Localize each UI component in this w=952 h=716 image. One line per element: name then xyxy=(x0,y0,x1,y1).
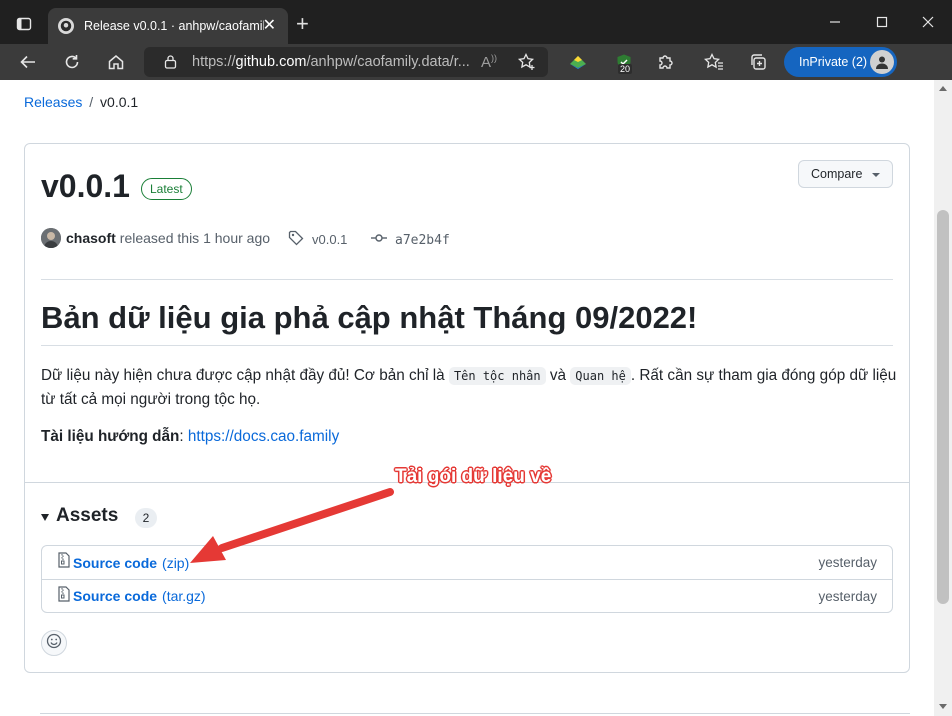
page-content: Releases / v0.0.1 v0.0.1 Latest Compare … xyxy=(0,80,934,716)
asset-ext[interactable]: (tar.gz) xyxy=(162,588,206,604)
add-favorite-icon[interactable] xyxy=(517,52,537,77)
read-aloud-icon[interactable]: A)) xyxy=(481,53,497,71)
breadcrumb-separator: / xyxy=(89,94,94,110)
divider xyxy=(41,345,893,346)
chevron-down-icon xyxy=(872,173,880,177)
release-notes-paragraph: Dữ liệu này hiện chưa được cập nhật đầy … xyxy=(41,367,897,408)
asset-name[interactable]: Source code xyxy=(73,588,157,604)
favorites-icon[interactable] xyxy=(702,50,726,74)
extension-badge-count: 20 xyxy=(618,64,633,74)
docs-link[interactable]: https://docs.cao.family xyxy=(188,428,339,445)
scroll-down-icon[interactable] xyxy=(939,704,947,709)
asset-row-targz[interactable]: Source code (tar.gz) yesterday xyxy=(42,579,892,612)
back-icon[interactable] xyxy=(16,50,40,74)
file-zip-icon xyxy=(58,552,70,573)
browser-titlebar: Release v0.0.1 · anhpw/caofamily ✕ + xyxy=(0,0,952,44)
scroll-up-icon[interactable] xyxy=(939,86,947,91)
divider xyxy=(41,279,893,280)
address-bar[interactable]: https://github.com/anhpw/caofamily.data/… xyxy=(144,47,548,77)
page-scrollbar[interactable] xyxy=(934,80,952,716)
github-icon xyxy=(58,18,74,34)
asset-date: yesterday xyxy=(818,555,877,570)
minimize-icon[interactable] xyxy=(825,12,845,32)
tag-label: v0.0.1 xyxy=(312,232,348,247)
scrollbar-thumb[interactable] xyxy=(937,210,949,604)
triangle-down-icon xyxy=(41,513,49,521)
asset-row-zip[interactable]: Source code (zip) yesterday xyxy=(42,546,892,579)
lock-icon[interactable] xyxy=(164,54,177,74)
assets-heading: Assets xyxy=(56,505,119,526)
annotation-label: Tải gói dữ liệu về xyxy=(395,466,552,487)
latest-badge: Latest xyxy=(141,178,192,200)
commit-sha: a7e2b4f xyxy=(395,232,450,248)
extensions-puzzle-icon[interactable] xyxy=(654,50,678,74)
inprivate-label: InPrivate (2) xyxy=(799,55,868,69)
author-avatar[interactable] xyxy=(41,228,61,248)
asset-ext[interactable]: (zip) xyxy=(162,555,189,571)
release-notes-heading: Bản dữ liệu gia phả cập nhật Tháng 09/20… xyxy=(41,300,698,335)
browser-toolbar: https://github.com/anhpw/caofamily.data/… xyxy=(0,44,952,80)
commit-link[interactable]: a7e2b4f xyxy=(371,230,450,250)
home-icon[interactable] xyxy=(104,50,128,74)
release-title[interactable]: v0.0.1 xyxy=(41,168,130,205)
collections-icon[interactable] xyxy=(746,50,770,74)
asset-date: yesterday xyxy=(818,588,877,604)
browser-tab-active[interactable]: Release v0.0.1 · anhpw/caofamily ✕ xyxy=(48,8,288,44)
code-quan-he: Quan hệ xyxy=(570,367,631,385)
breadcrumb: Releases / v0.0.1 xyxy=(24,94,138,110)
assets-list: Source code (zip) yesterday Source code … xyxy=(41,545,893,613)
code-ten-toc-nhan: Tên tộc nhân xyxy=(448,367,546,385)
smiley-icon xyxy=(46,633,62,654)
compare-label: Compare xyxy=(811,167,863,181)
guide-label: Tài liệu hướng dẫn xyxy=(41,428,180,445)
next-card-edge xyxy=(40,713,910,714)
breadcrumb-current: v0.0.1 xyxy=(100,94,139,110)
tag-icon xyxy=(288,230,304,249)
release-card: v0.0.1 Latest Compare chasoft released t… xyxy=(24,143,910,673)
asset-name[interactable]: Source code xyxy=(73,555,157,571)
tab-close-icon[interactable]: ✕ xyxy=(263,17,276,35)
compare-button[interactable]: Compare xyxy=(798,160,893,188)
commit-icon xyxy=(371,230,387,250)
url-text: https://github.com/anhpw/caofamily.data/… xyxy=(192,54,470,70)
extension-colorful-icon[interactable] xyxy=(566,50,590,74)
file-zip-icon xyxy=(58,585,70,607)
author-link[interactable]: chasoft xyxy=(66,230,116,246)
released-time-text: released this 1 hour ago xyxy=(119,230,271,246)
guide-line: Tài liệu hướng dẫn: https://docs.cao.fam… xyxy=(41,428,340,445)
breadcrumb-releases-link[interactable]: Releases xyxy=(24,94,82,110)
tab-actions-icon[interactable] xyxy=(10,10,38,38)
add-reaction-button[interactable] xyxy=(41,630,67,656)
assets-toggle[interactable]: Assets xyxy=(41,505,118,527)
new-tab-icon[interactable]: + xyxy=(296,13,309,35)
maximize-icon[interactable] xyxy=(872,12,892,32)
inprivate-button[interactable]: InPrivate (2) xyxy=(784,47,897,77)
assets-count-badge: 2 xyxy=(135,508,157,528)
tab-title: Release v0.0.1 · anhpw/caofamily xyxy=(84,19,264,33)
tag-link[interactable]: v0.0.1 xyxy=(288,230,347,249)
profile-avatar-icon xyxy=(870,50,894,74)
close-window-icon[interactable] xyxy=(918,12,938,32)
release-meta: chasoft released this 1 hour ago xyxy=(41,228,270,248)
refresh-icon[interactable] xyxy=(60,50,84,74)
